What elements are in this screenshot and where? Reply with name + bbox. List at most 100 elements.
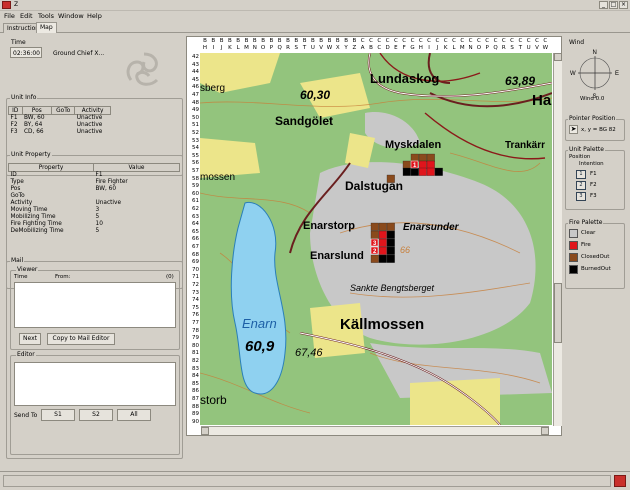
column-ruler-letter: C bbox=[377, 38, 382, 44]
table-row[interactable]: Fire Fighting Time 10 bbox=[9, 221, 180, 228]
fire-cell-fire[interactable] bbox=[418, 160, 427, 169]
col-activity[interactable]: Activity bbox=[74, 106, 111, 115]
table-row[interactable]: Mobilizing Time 5 bbox=[9, 214, 180, 221]
fire-cell-closed-out[interactable] bbox=[370, 230, 379, 239]
table-row[interactable]: ID F1 bbox=[9, 172, 180, 179]
fire-cell-burned-out[interactable] bbox=[386, 246, 395, 255]
col-value[interactable]: Value bbox=[93, 163, 180, 172]
next-button[interactable]: Next bbox=[19, 333, 41, 345]
table-row[interactable]: F2 BY, 64 Unactive bbox=[9, 122, 111, 129]
unit-palette-swatch-icon[interactable]: 2 bbox=[576, 181, 586, 190]
status-alert-icon[interactable] bbox=[614, 475, 626, 487]
menu-edit[interactable]: Edit bbox=[20, 12, 33, 20]
column-ruler-letter: C bbox=[493, 38, 498, 44]
map-canvas[interactable]: Lundaskog Sandgölet Myskdalen Trankärr D… bbox=[200, 53, 552, 425]
column-ruler-letter: C bbox=[360, 38, 365, 44]
editor-textarea[interactable] bbox=[14, 362, 176, 406]
fire-cell-fire[interactable] bbox=[418, 167, 427, 176]
close-icon[interactable]: × bbox=[619, 1, 628, 9]
table-row[interactable]: F3 CD, 66 Unactive bbox=[9, 129, 111, 136]
unit-palette-item[interactable]: F2 bbox=[590, 182, 597, 188]
minimize-icon[interactable]: _ bbox=[599, 1, 608, 9]
fire-cell-burned-out[interactable] bbox=[402, 167, 411, 176]
send-s1-button[interactable]: S1 bbox=[41, 409, 75, 421]
send-all-button[interactable]: All bbox=[117, 409, 151, 421]
column-ruler-letter: C bbox=[402, 38, 407, 44]
row-ruler-number: 62 bbox=[192, 206, 199, 212]
row-ruler-number: 56 bbox=[192, 160, 199, 167]
fire-cell-closed-out[interactable] bbox=[402, 160, 411, 169]
table-row[interactable]: F1 BW, 60 Unactive bbox=[9, 115, 111, 122]
fire-palette-swatch[interactable] bbox=[569, 241, 578, 250]
fire-cell-closed-out[interactable] bbox=[370, 222, 379, 231]
table-row[interactable]: Moving Time 3 bbox=[9, 207, 180, 214]
table-row[interactable]: Activity Unactive bbox=[9, 200, 180, 207]
fire-palette-swatch[interactable] bbox=[569, 265, 578, 274]
horizontal-scrollbar[interactable] bbox=[201, 426, 549, 435]
fire-palette-item[interactable]: Clear bbox=[581, 230, 595, 236]
menu-file[interactable]: File bbox=[4, 12, 15, 20]
menu-window[interactable]: Window bbox=[58, 12, 84, 20]
viewer-message-area[interactable] bbox=[14, 282, 176, 328]
fire-cell-burned-out[interactable] bbox=[386, 238, 395, 247]
elevation-60-9: 60,9 bbox=[245, 338, 275, 355]
fire-palette-item[interactable]: BurnedOut bbox=[581, 266, 611, 272]
viewer-label: Viewer bbox=[16, 266, 39, 273]
scroll-right-icon[interactable] bbox=[541, 427, 549, 435]
fire-cell-closed-out[interactable] bbox=[386, 222, 395, 231]
menu-help[interactable]: Help bbox=[87, 12, 102, 20]
fire-cell-closed-out[interactable] bbox=[378, 222, 387, 231]
fire-cell-closed-out[interactable] bbox=[418, 153, 427, 162]
fire-cell-fire[interactable] bbox=[378, 230, 387, 239]
place-enarslund: Enarslund bbox=[310, 250, 364, 262]
fire-cell-closed-out[interactable] bbox=[370, 254, 379, 263]
fire-cell-burned-out[interactable] bbox=[434, 167, 443, 176]
status-field bbox=[3, 475, 611, 487]
column-ruler-letter: C bbox=[418, 38, 423, 44]
fire-cell-fire[interactable] bbox=[378, 246, 387, 255]
fire-cell-burned-out[interactable] bbox=[410, 167, 419, 176]
table-row[interactable]: Type Fire Fighter bbox=[9, 179, 180, 186]
unit-palette-item[interactable]: F3 bbox=[590, 193, 597, 199]
scroll-thumb[interactable] bbox=[554, 283, 562, 343]
unit-palette-item[interactable]: F1 bbox=[590, 171, 597, 177]
viewer-col-time: Time bbox=[14, 274, 28, 280]
copy-to-editor-button[interactable]: Copy to Mail Editor bbox=[47, 333, 115, 345]
fire-cell-closed-out[interactable] bbox=[426, 153, 435, 162]
column-ruler-letter: C bbox=[468, 38, 473, 44]
unit-palette-swatch-icon[interactable]: 3 bbox=[576, 192, 586, 201]
unit-property-label: Unit Property bbox=[10, 151, 52, 158]
fire-cell-fire[interactable] bbox=[426, 160, 435, 169]
send-s2-button[interactable]: S2 bbox=[79, 409, 113, 421]
unit-palette-swatch-icon[interactable]: 1 bbox=[576, 170, 586, 179]
fire-cell-burned-out[interactable] bbox=[386, 254, 395, 263]
fire-cell-closed-out[interactable] bbox=[386, 174, 395, 183]
menu-tools[interactable]: Tools bbox=[38, 12, 54, 20]
fire-palette-swatch[interactable] bbox=[569, 229, 578, 238]
scroll-up-icon[interactable] bbox=[554, 53, 562, 61]
fire-palette-item[interactable]: Fire bbox=[581, 242, 591, 248]
tab-map[interactable]: Map bbox=[36, 22, 57, 33]
table-row[interactable]: GoTo bbox=[9, 193, 180, 200]
row-ruler-number: 84 bbox=[192, 373, 199, 380]
col-pos[interactable]: Pos bbox=[21, 106, 53, 115]
maximize-icon[interactable]: □ bbox=[609, 1, 618, 9]
col-id[interactable]: ID bbox=[8, 106, 23, 115]
pointer-arrow-icon[interactable]: ➤ bbox=[569, 125, 578, 134]
vertical-scrollbar[interactable] bbox=[553, 53, 562, 426]
fire-cell-fire[interactable] bbox=[426, 167, 435, 176]
row-ruler-number: 57 bbox=[192, 168, 199, 174]
row-ruler-number: 49 bbox=[192, 107, 199, 114]
window-title: Z bbox=[14, 1, 19, 8]
fire-cell-burned-out[interactable] bbox=[378, 254, 387, 263]
fire-palette-swatch[interactable] bbox=[569, 253, 578, 262]
col-property[interactable]: Property bbox=[8, 163, 94, 172]
scroll-left-icon[interactable] bbox=[201, 427, 209, 435]
fire-palette-item[interactable]: ClosedOut bbox=[581, 254, 609, 260]
table-row[interactable]: Pos BW, 60 bbox=[9, 186, 180, 193]
fire-cell-burned-out[interactable] bbox=[386, 230, 395, 239]
fire-cell-fire[interactable] bbox=[378, 238, 387, 247]
table-row[interactable]: DeMobilizing Time 5 bbox=[9, 228, 180, 235]
col-goto[interactable]: GoTo bbox=[51, 106, 76, 115]
fire-cell-closed-out[interactable] bbox=[410, 153, 419, 162]
